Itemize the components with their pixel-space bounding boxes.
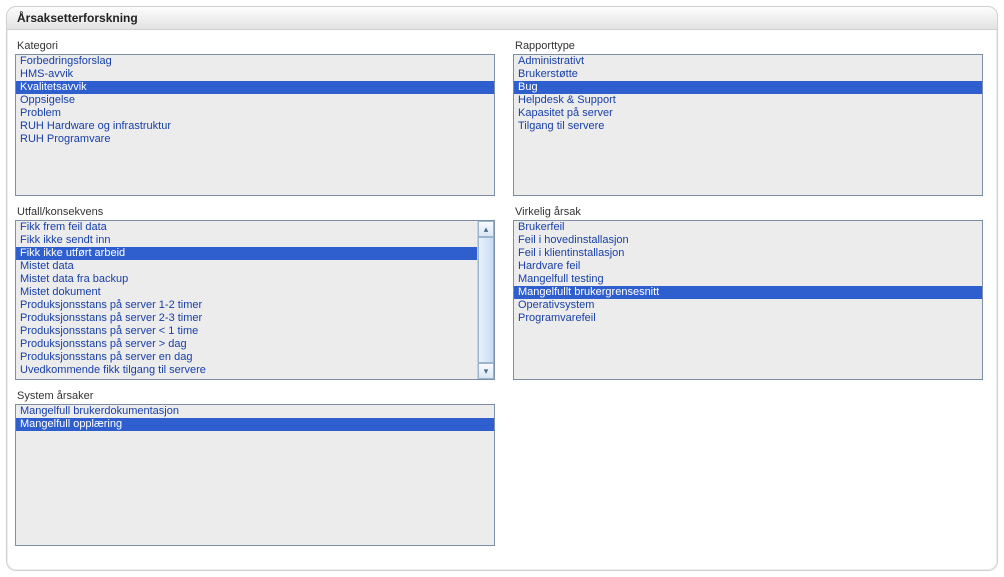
- list-item[interactable]: Fikk ikke sendt inn: [16, 234, 478, 247]
- list-item[interactable]: Operativsystem: [514, 299, 982, 312]
- list-item[interactable]: Produksjonsstans på server en dag: [16, 351, 478, 364]
- list-item[interactable]: Brukerstøtte: [514, 68, 982, 81]
- list-item[interactable]: Kapasitet på server: [514, 107, 982, 120]
- panel-body: Kategori ForbedringsforslagHMS-avvikKval…: [7, 30, 997, 570]
- list-item[interactable]: Mangelfull brukerdokumentasjon: [16, 405, 494, 418]
- rapporttype-label: Rapporttype: [515, 40, 983, 52]
- virkelig-listbox[interactable]: BrukerfeilFeil i hovedinstallasjonFeil i…: [513, 220, 983, 380]
- left-column: Kategori ForbedringsforslagHMS-avvikKval…: [15, 38, 513, 554]
- virkelig-label: Virkelig årsak: [515, 206, 983, 218]
- list-item[interactable]: Administrativt: [514, 55, 982, 68]
- list-item[interactable]: Produksjonsstans på server 2-3 timer: [16, 312, 478, 325]
- utfall-listbox[interactable]: Fikk frem feil dataFikk ikke sendt innFi…: [15, 220, 495, 380]
- panel-title: Årsaksetterforskning: [7, 7, 997, 30]
- panel-root: Årsaksetterforskning Kategori Forbedring…: [6, 6, 998, 571]
- utfall-label: Utfall/konsekvens: [17, 206, 495, 218]
- list-item[interactable]: Fikk frem feil data: [16, 221, 478, 234]
- list-item[interactable]: Programvarefeil: [514, 312, 982, 325]
- list-item[interactable]: Mangelfull opplæring: [16, 418, 494, 431]
- list-item[interactable]: Mistet data: [16, 260, 478, 273]
- list-item[interactable]: Mangelfullt brukergrensesnitt: [514, 286, 982, 299]
- list-item[interactable]: HMS-avvik: [16, 68, 494, 81]
- list-item[interactable]: Produksjonsstans på server > dag: [16, 338, 478, 351]
- list-item[interactable]: Kvalitetsavvik: [16, 81, 494, 94]
- list-item[interactable]: Hardvare feil: [514, 260, 982, 273]
- list-item[interactable]: Bug: [514, 81, 982, 94]
- list-item[interactable]: Mistet data fra backup: [16, 273, 478, 286]
- list-item[interactable]: Tilgang til servere: [514, 120, 982, 133]
- list-item[interactable]: Feil i klientinstallasjon: [514, 247, 982, 260]
- list-item[interactable]: Helpdesk & Support: [514, 94, 982, 107]
- list-item[interactable]: RUH Programvare: [16, 133, 494, 146]
- kategori-listbox[interactable]: ForbedringsforslagHMS-avvikKvalitetsavvi…: [15, 54, 495, 196]
- system-label: System årsaker: [17, 390, 495, 402]
- list-item[interactable]: Fikk ikke utført arbeid: [16, 247, 478, 260]
- list-item[interactable]: Oppsigelse: [16, 94, 494, 107]
- list-item[interactable]: RUH Hardware og infrastruktur: [16, 120, 494, 133]
- list-item[interactable]: Mistet dokument: [16, 286, 478, 299]
- list-item[interactable]: Feil i hovedinstallasjon: [514, 234, 982, 247]
- rapporttype-listbox[interactable]: AdministrativtBrukerstøtteBugHelpdesk & …: [513, 54, 983, 196]
- list-item[interactable]: Brukerfeil: [514, 221, 982, 234]
- list-item[interactable]: Produksjonsstans på server 1-2 timer: [16, 299, 478, 312]
- system-listbox[interactable]: Mangelfull brukerdokumentasjonMangelfull…: [15, 404, 495, 546]
- list-item[interactable]: Uvedkommende fikk tilgang til servere: [16, 364, 478, 377]
- scroll-thumb[interactable]: [478, 237, 494, 363]
- scroll-up-icon[interactable]: ▴: [478, 221, 494, 237]
- list-item[interactable]: Produksjonsstans på server < 1 time: [16, 325, 478, 338]
- scroll-down-icon[interactable]: ▾: [478, 363, 494, 379]
- list-item[interactable]: Problem: [16, 107, 494, 120]
- list-item[interactable]: Mangelfull testing: [514, 273, 982, 286]
- list-item[interactable]: Forbedringsforslag: [16, 55, 494, 68]
- right-column: Rapporttype AdministrativtBrukerstøtteBu…: [513, 38, 989, 554]
- kategori-label: Kategori: [17, 40, 495, 52]
- scrollbar[interactable]: ▴ ▾: [477, 221, 494, 379]
